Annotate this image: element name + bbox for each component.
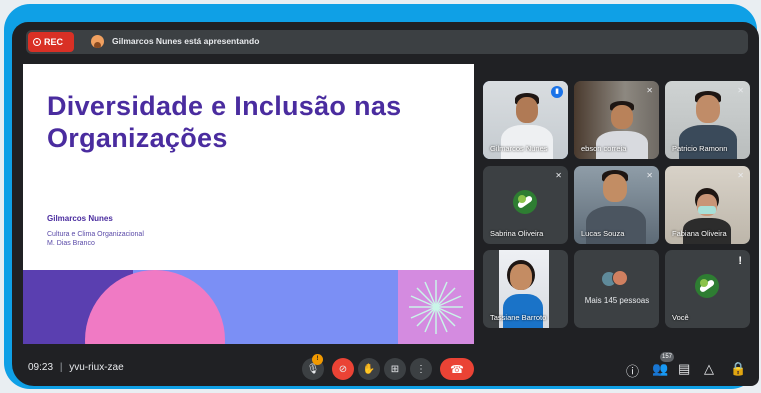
overflow-avatar-icon (612, 270, 628, 286)
control-bar: 09:23 | yvu-riux-zae 🎙 ! ⊘ ✋ ⊞ ⋮ ☎ ⓘ 157… (12, 352, 759, 386)
slide-subtitle-1: Cultura e Clima Organizacional (47, 231, 144, 238)
clock: 09:23 (28, 362, 54, 373)
body (679, 125, 737, 159)
shared-slide: Diversidade e Inclusão nas Organizações … (23, 64, 474, 344)
face (516, 97, 538, 123)
raise-hand-button[interactable]: ✋ (358, 358, 380, 380)
slide-subtitle-2: M. Dias Branco (47, 240, 95, 247)
avatar-logo-icon (513, 190, 537, 214)
slide-decoration (23, 270, 474, 344)
participant-tile[interactable]: Tassiane Barroto (483, 250, 568, 328)
present-button[interactable]: ⊞ (384, 358, 406, 380)
people-icon[interactable]: 👥 (652, 361, 668, 377)
lock-icon[interactable]: 🔒 (730, 361, 746, 377)
decoration-block-right (398, 270, 474, 344)
info-icon[interactable]: ⓘ (626, 361, 639, 380)
meeting-code: yvu-riux-zae (69, 362, 124, 373)
participant-tile[interactable]: ✕ ebson correia (574, 81, 659, 159)
participant-name: Tassiane Barroto (490, 313, 547, 322)
participant-name: Fabiana Oliveira (672, 229, 727, 238)
mic-warning-badge: ! (312, 354, 323, 365)
camera-button[interactable]: ⊘ (332, 358, 354, 380)
mask (698, 206, 716, 214)
participant-name: Sabrina Oliveira (490, 229, 544, 238)
mic-off-icon: ✕ (555, 171, 562, 180)
participant-name: ebson correia (581, 144, 627, 153)
mic-off-icon: ✕ (737, 86, 744, 95)
participant-tile[interactable]: ✕ Fabiana Oliveira (665, 166, 750, 244)
end-call-icon: ☎ (450, 363, 464, 376)
mic-off-icon: ✕ (646, 86, 653, 95)
alert-icon: ! (738, 255, 742, 267)
face (510, 264, 532, 290)
slide-title: Diversidade e Inclusão nas Organizações (47, 91, 402, 153)
mic-icon: 🎙 (306, 363, 320, 375)
end-call-button[interactable]: ☎ (440, 358, 474, 380)
rec-icon (33, 38, 41, 46)
camera-off-icon: ⊘ (338, 363, 348, 375)
avatar-logo-icon (695, 274, 719, 298)
rec-label: REC (44, 37, 64, 47)
body (501, 125, 553, 159)
mic-off-icon: ✕ (737, 171, 744, 180)
presentation-banner: REC Gilmarcos Nunes está apresentando (26, 30, 748, 54)
recording-badge: REC (28, 32, 74, 52)
present-icon: ⊞ (390, 363, 400, 375)
self-tile[interactable]: ! Você (665, 250, 750, 328)
raise-hand-icon: ✋ (362, 363, 376, 375)
body (503, 294, 543, 328)
face (696, 95, 720, 123)
starburst-icon (409, 280, 463, 334)
presenter-avatar-icon (91, 35, 104, 48)
participant-tile[interactable]: ✕ Patricio Ramonn (665, 81, 750, 159)
participant-name: Lucas Souza (581, 229, 625, 238)
activities-icon[interactable]: △ (704, 361, 714, 377)
participant-name: Patricio Ramonn (672, 144, 728, 153)
chat-icon[interactable]: ▤ (678, 361, 690, 377)
participant-name: Gilmarcos Nunes (490, 144, 548, 153)
participant-tile-overflow[interactable]: Mais 145 pessoas (574, 250, 659, 328)
presenting-text: Gilmarcos Nunes está apresentando (112, 36, 260, 46)
photo-frame: REC Gilmarcos Nunes está apresentando Di… (0, 0, 761, 393)
meeting-info: 09:23 | yvu-riux-zae (28, 362, 124, 373)
face (603, 174, 627, 202)
face (611, 105, 633, 129)
overflow-label: Mais 145 pessoas (584, 296, 650, 305)
body (586, 206, 646, 244)
more-icon: ⋮ (416, 363, 426, 375)
separator: | (59, 362, 63, 373)
mic-off-icon: ✕ (646, 171, 653, 180)
meet-window: REC Gilmarcos Nunes está apresentando Di… (12, 22, 759, 386)
slide-author: Gilmarcos Nunes (47, 214, 113, 223)
more-options-button[interactable]: ⋮ (410, 358, 432, 380)
participant-name: Você (672, 313, 689, 322)
participant-tile[interactable]: ✕ Sabrina Oliveira (483, 166, 568, 244)
speaking-icon: ▮ (551, 86, 563, 98)
participant-tile[interactable]: ✕ Lucas Souza (574, 166, 659, 244)
participant-tile[interactable]: ▮ Gilmarcos Nunes (483, 81, 568, 159)
